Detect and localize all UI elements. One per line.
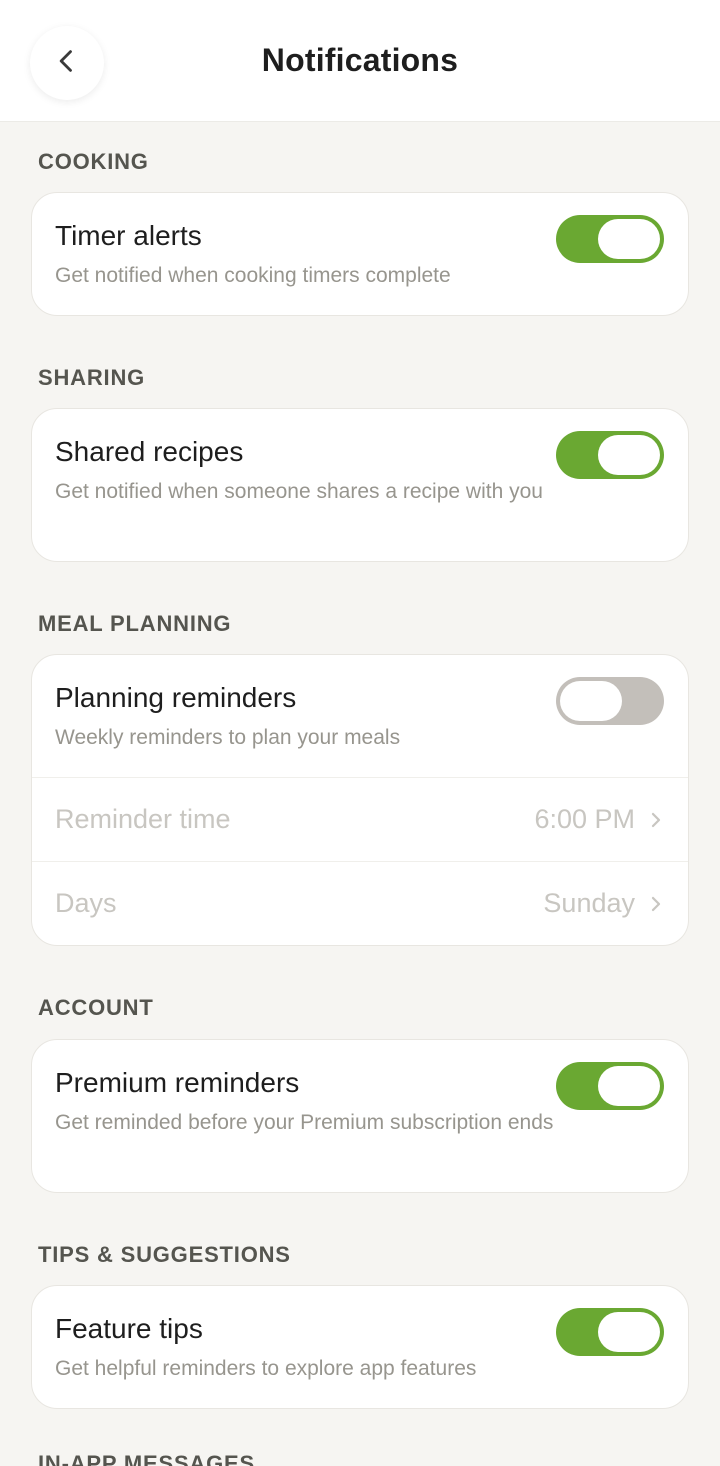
- setting-row-shared-recipes: Shared recipes Get notified when someone…: [32, 409, 688, 527]
- chevron-right-icon: [647, 811, 665, 829]
- card-tips: Feature tips Get helpful reminders to ex…: [31, 1285, 689, 1409]
- toggle-knob: [560, 681, 622, 721]
- notifications-screen: Notifications COOKING Timer alerts Get n…: [0, 0, 720, 1466]
- chevron-right-icon: [647, 895, 665, 913]
- setting-description: Get reminded before your Premium subscri…: [55, 1111, 554, 1134]
- days-label: Days: [55, 888, 117, 918]
- feature-tips-toggle[interactable]: [556, 1308, 664, 1356]
- setting-title: Timer alerts: [55, 220, 202, 251]
- setting-title: Planning reminders: [55, 682, 297, 713]
- toggle-knob: [598, 219, 660, 259]
- setting-row-timer-alerts: Timer alerts Get notified when cooking t…: [32, 193, 688, 311]
- section-title-tips: TIPS & SUGGESTIONS: [38, 1242, 291, 1267]
- days-row[interactable]: Days Sunday: [32, 861, 688, 945]
- setting-description: Get notified when someone shares a recip…: [55, 480, 543, 503]
- section-title-cooking: COOKING: [38, 149, 149, 174]
- days-value: Sunday: [543, 888, 635, 918]
- page-title: Notifications: [261, 42, 459, 78]
- toggle-knob: [598, 1312, 660, 1352]
- setting-row-premium-reminders: Premium reminders Get reminded before yo…: [32, 1040, 688, 1158]
- shared-recipes-toggle[interactable]: [556, 431, 664, 479]
- section-title-account: ACCOUNT: [38, 995, 154, 1020]
- header-bar: Notifications: [0, 0, 720, 122]
- planning-reminders-toggle[interactable]: [556, 677, 664, 725]
- section-title-in-app-messages: IN-APP MESSAGES: [38, 1451, 255, 1466]
- setting-title: Shared recipes: [55, 436, 244, 467]
- card-account: Premium reminders Get reminded before yo…: [31, 1039, 689, 1193]
- toggle-knob: [598, 435, 660, 475]
- setting-title: Premium reminders: [55, 1067, 300, 1098]
- setting-description: Get notified when cooking timers complet…: [55, 264, 451, 287]
- premium-reminders-toggle[interactable]: [556, 1062, 664, 1110]
- card-meal-planning: Planning reminders Weekly reminders to p…: [31, 654, 689, 946]
- setting-title: Feature tips: [55, 1313, 203, 1344]
- setting-description: Weekly reminders to plan your meals: [55, 726, 401, 749]
- card-cooking: Timer alerts Get notified when cooking t…: [31, 192, 689, 316]
- reminder-time-row[interactable]: Reminder time 6:00 PM: [32, 777, 688, 861]
- reminder-time-label: Reminder time: [55, 804, 231, 834]
- setting-row-planning-reminders: Planning reminders Weekly reminders to p…: [32, 655, 688, 777]
- section-title-meal-planning: MEAL PLANNING: [38, 611, 232, 636]
- reminder-time-value: 6:00 PM: [534, 804, 635, 834]
- setting-description: Get helpful reminders to explore app fea…: [55, 1357, 477, 1380]
- card-sharing: Shared recipes Get notified when someone…: [31, 408, 689, 562]
- section-title-sharing: SHARING: [38, 365, 146, 390]
- timer-alerts-toggle[interactable]: [556, 215, 664, 263]
- toggle-knob: [598, 1066, 660, 1106]
- setting-row-feature-tips: Feature tips Get helpful reminders to ex…: [32, 1286, 688, 1404]
